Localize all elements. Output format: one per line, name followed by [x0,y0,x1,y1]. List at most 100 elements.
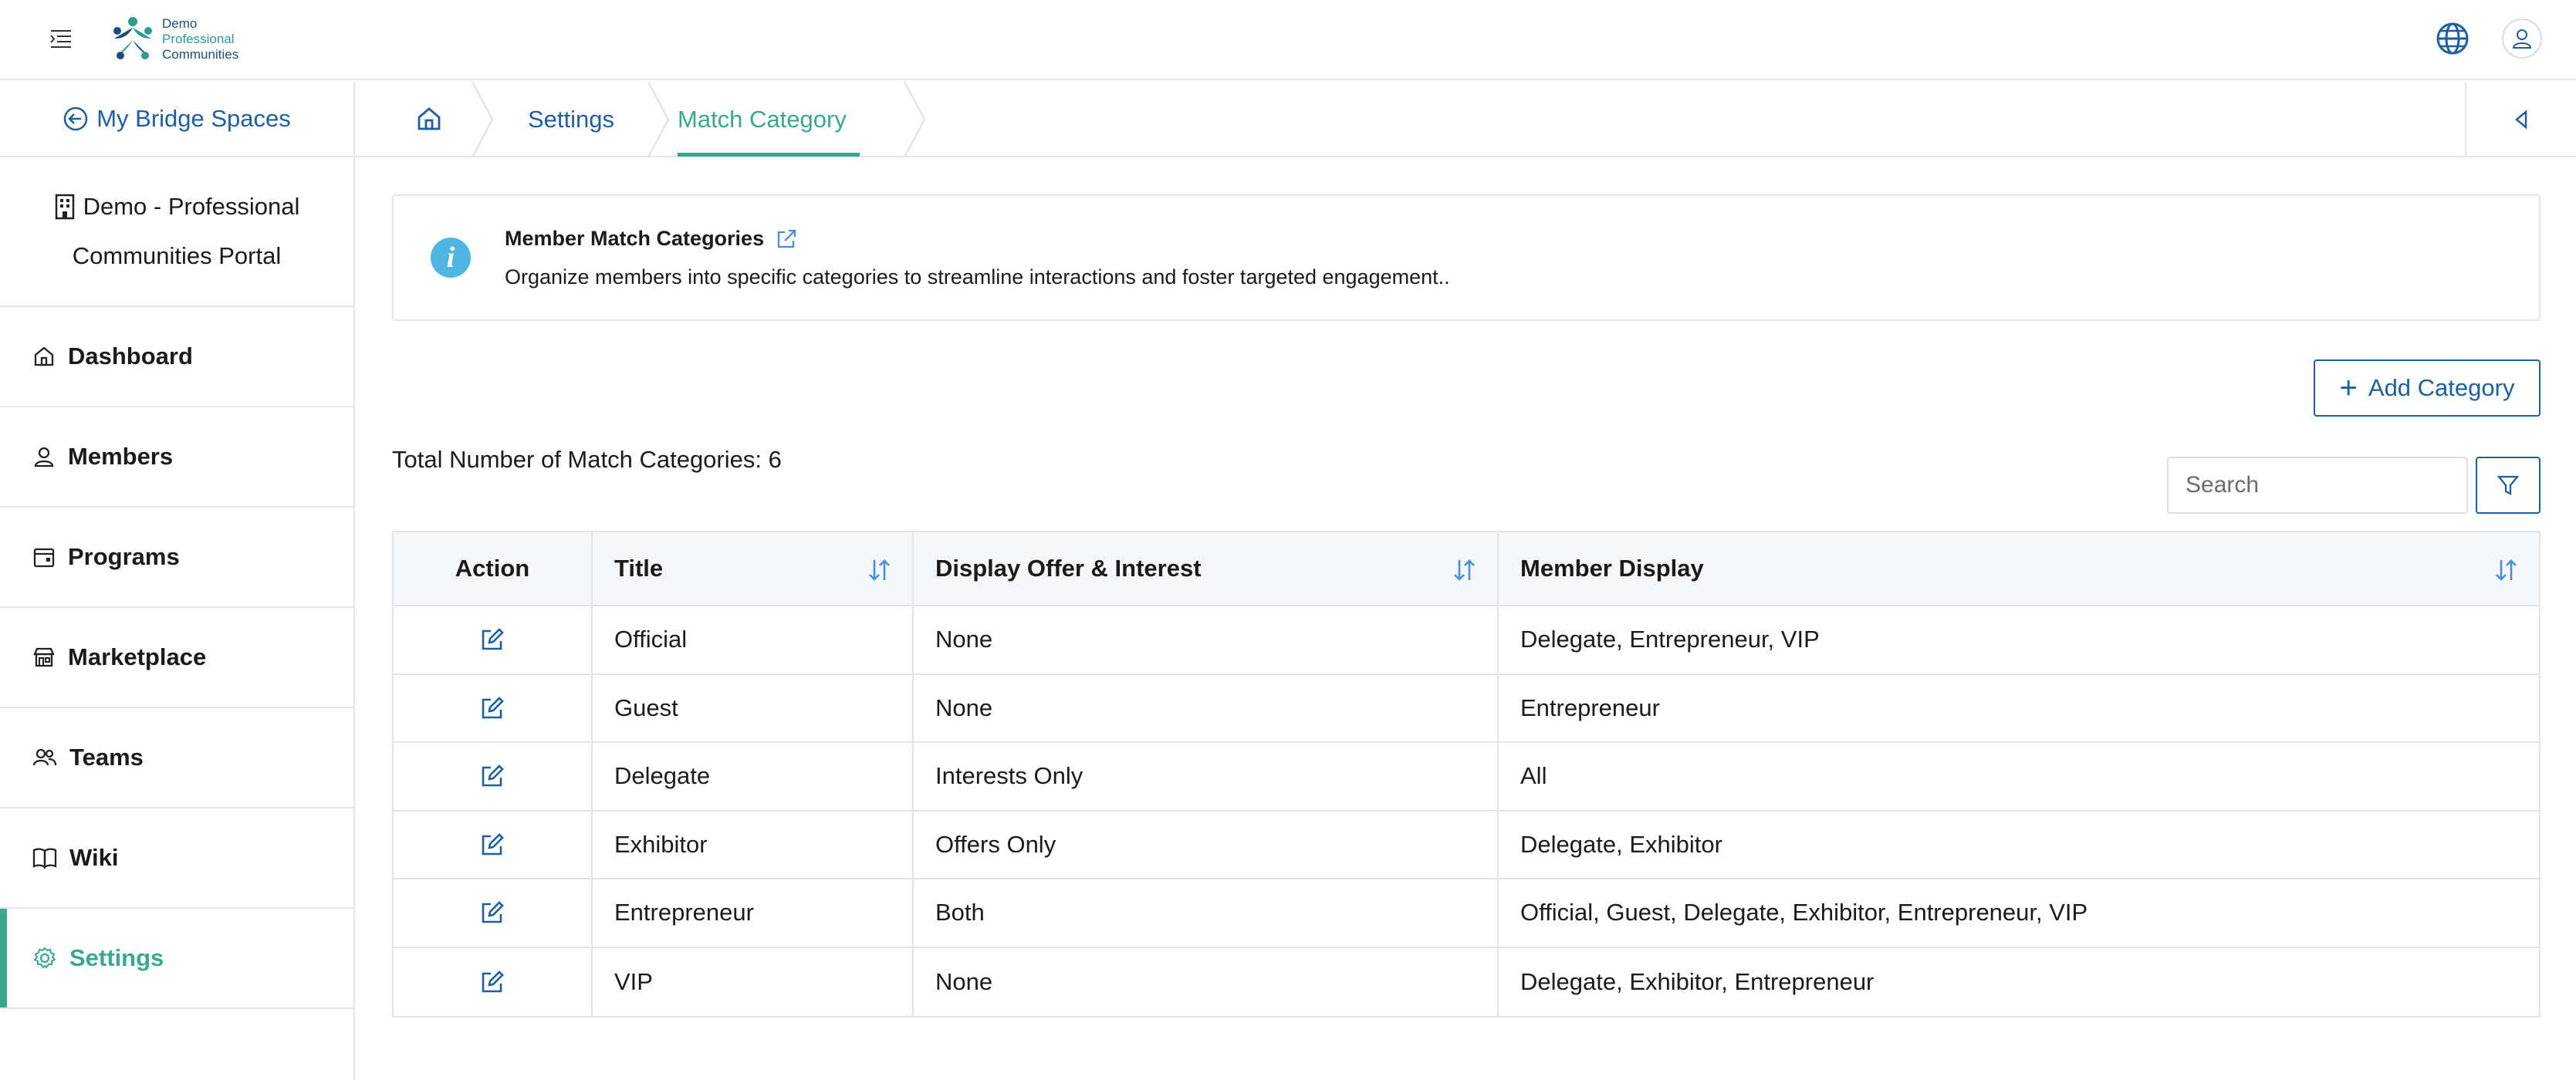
sidebar-item-label: Marketplace [68,643,207,670]
column-header-member-display-label: Member Display [1520,555,1704,582]
logo-mark-icon [113,17,152,59]
breadcrumb-home-icon[interactable] [414,103,445,134]
cell-member-display: Delegate, Exhibitor, Entrepreneur [1520,967,1875,995]
logo[interactable]: Demo Professional Communities [108,11,238,68]
cell-display-offer-interest: None [914,947,1499,1016]
top-bar: Demo Professional Communities [0,0,2576,80]
add-category-label: Add Category [2368,374,2515,401]
cell-display-offer-interest: Interests Only [914,743,1499,810]
column-header-member-display[interactable]: Member Display [1499,532,2539,605]
sidebar-item-dashboard[interactable]: Dashboard [0,307,353,407]
cell-member-display: Delegate, Entrepreneur, VIP [1520,626,1820,653]
back-link-label: My Bridge Spaces [96,105,291,132]
sidebar-item-label: Settings [69,944,164,971]
team-icon [32,748,57,766]
cell-member-display: All [1520,762,1547,790]
cell-display-offer-interest: Both [914,879,1499,947]
cell-display-offer-interest: None [914,606,1499,673]
sort-icon[interactable] [1451,557,1477,583]
sidebar-item-members[interactable]: Members [0,407,353,508]
cell-member-display: Official, Guest, Delegate, Exhibitor, En… [1520,899,2088,926]
edit-icon[interactable] [479,626,505,653]
edit-icon[interactable] [479,832,505,858]
column-header-display-label: Display Offer & Interest [935,555,1202,582]
plus-icon: + [2339,371,2358,405]
book-icon [32,848,57,869]
gear-icon [33,947,56,969]
sidebar-item-programs[interactable]: Programs [0,508,353,608]
edit-icon[interactable] [479,695,505,721]
edit-icon[interactable] [479,969,505,995]
breadcrumb-separator-icon [904,82,926,157]
sidebar-item-label: Members [68,443,174,470]
user-icon[interactable] [2502,19,2542,59]
cell-title: Exhibitor [593,811,914,878]
cell-title: Official [593,606,914,673]
caret-left-icon [2515,110,2527,130]
info-card: i Member Match Categories Organize membe… [392,194,2541,321]
edit-icon[interactable] [479,763,505,789]
sidebar-item-label: Wiki [69,844,119,871]
sidebar-item-marketplace[interactable]: Marketplace [0,608,353,708]
breadcrumb: Settings Match Category [355,82,2576,157]
column-header-title[interactable]: Title [593,532,914,605]
column-header-action: Action [394,532,593,605]
person-icon [34,447,54,467]
edit-icon[interactable] [479,899,505,926]
org-name-line-1: Demo - Professional [83,193,300,220]
table-row: Exhibitor Offers Only Delegate, Exhibito… [394,811,2539,879]
breadcrumb-separator-icon [472,82,494,157]
sidebar: My Bridge Spaces Demo - Professional Com… [0,82,355,1080]
building-icon [55,194,74,220]
home-icon [34,346,54,366]
breadcrumb-separator-icon [647,82,670,157]
back-arrow-icon [63,106,88,131]
table-row: Guest None Entrepreneur [394,674,2539,743]
breadcrumb-match-category[interactable]: Match Category [678,82,847,157]
table-row: Entrepreneur Both Official, Guest, Deleg… [394,879,2539,948]
logo-text: Demo Professional Communities [162,16,238,62]
search-input[interactable] [2167,457,2468,514]
sidebar-item-wiki[interactable]: Wiki [0,808,353,909]
back-to-bridge-spaces-link[interactable]: My Bridge Spaces [0,82,353,157]
cell-title: Guest [593,674,914,741]
sort-icon[interactable] [2493,557,2519,583]
org-name: Demo - Professional Communities Portal [0,157,353,307]
info-title: Member Match Categories [505,227,798,251]
match-category-table: Action Title Display Offer & Interest Me… [392,531,2541,1018]
logo-line-2: Professional [162,32,235,46]
external-link-icon[interactable] [775,228,798,251]
cell-title: Entrepreneur [593,879,914,947]
filter-icon [2497,475,2520,495]
logo-line-3: Communities [162,47,239,62]
filter-button[interactable] [2476,457,2541,514]
cell-display-offer-interest: None [914,674,1499,741]
column-header-title-label: Title [614,555,664,582]
info-title-text: Member Match Categories [505,227,765,250]
menu-toggle-icon[interactable] [48,26,76,51]
add-category-button[interactable]: + Add Category [2314,359,2541,417]
collapse-panel-button[interactable] [2465,82,2576,157]
table-row: VIP None Delegate, Exhibitor, Entreprene… [394,947,2539,1016]
org-name-line-2: Communities Portal [72,242,282,269]
info-icon: i [431,238,471,278]
sidebar-item-label: Teams [69,744,144,771]
table-header-row: Action Title Display Offer & Interest Me… [394,532,2539,606]
logo-line-1: Demo [162,16,198,31]
sidebar-item-settings[interactable]: Settings [0,909,353,1009]
globe-icon[interactable] [2434,20,2471,57]
sidebar-item-label: Dashboard [68,343,193,370]
cell-title: VIP [593,947,914,1016]
breadcrumb-settings[interactable]: Settings [528,82,614,157]
total-count: Total Number of Match Categories: 6 [392,446,782,473]
breadcrumb-active-indicator [678,153,860,157]
sidebar-item-teams[interactable]: Teams [0,708,353,808]
sort-icon[interactable] [866,557,892,583]
sidebar-item-label: Programs [68,543,180,570]
info-description: Organize members into specific categorie… [505,265,1450,289]
column-header-display-offer-interest[interactable]: Display Offer & Interest [914,532,1499,605]
calendar-icon [33,548,55,568]
cell-title: Delegate [593,743,914,810]
cell-display-offer-interest: Offers Only [914,811,1499,878]
table-row: Delegate Interests Only All [394,743,2539,812]
